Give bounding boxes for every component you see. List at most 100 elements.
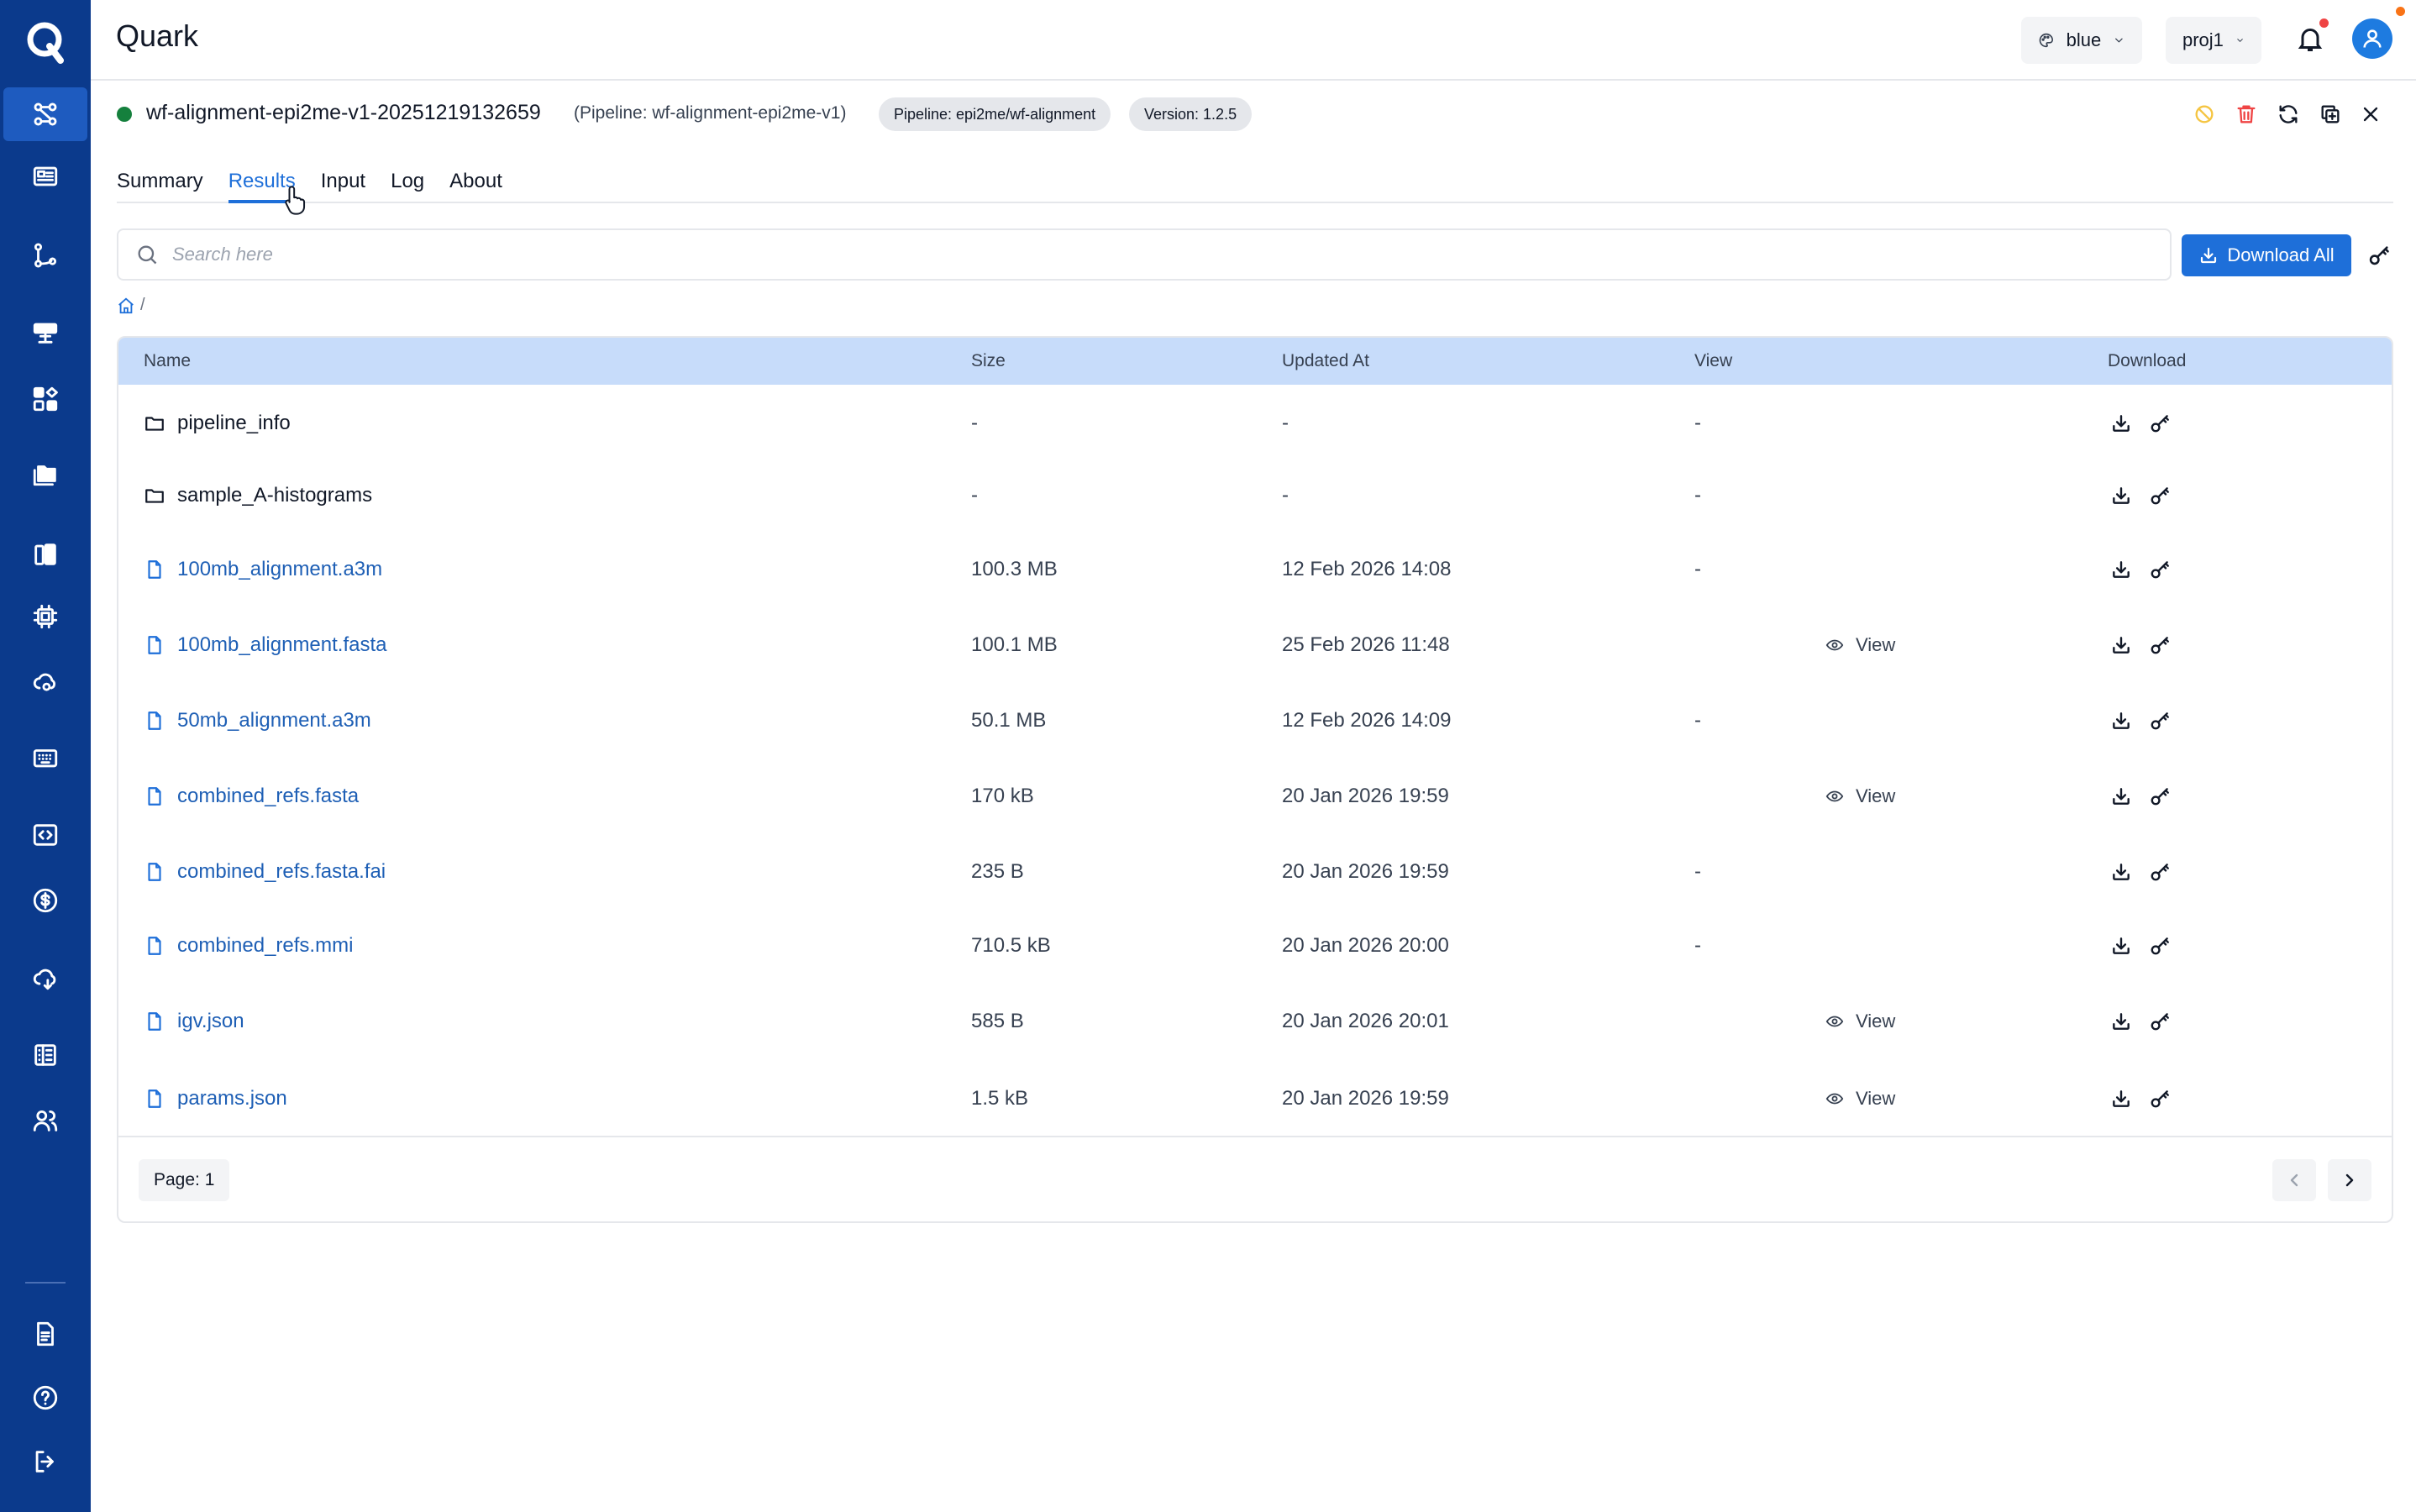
table-row: combined_refs.fasta.fai 235 B 20 Jan 2026 … — [118, 835, 2392, 909]
file-name-cell[interactable]: 100mb_alignment.a3m — [144, 558, 382, 581]
tab-input[interactable]: Input — [321, 166, 365, 203]
folder-name-cell[interactable]: pipeline_info — [144, 412, 291, 435]
file-name-cell[interactable]: params.json — [144, 1087, 287, 1110]
download-all-button[interactable]: Download All — [2182, 234, 2351, 276]
sidebar-item-docs[interactable] — [0, 1307, 91, 1361]
sidebar-item-data[interactable] — [0, 447, 91, 501]
sidebar-item-code[interactable] — [0, 808, 91, 862]
file-name-cell[interactable]: combined_refs.fasta — [144, 785, 359, 808]
delete-run-button[interactable] — [2230, 97, 2263, 131]
key-icon — [2151, 561, 2169, 579]
sidebar-item-users[interactable] — [0, 1094, 91, 1147]
signed-link-button[interactable] — [2148, 785, 2172, 808]
sidebar-divider — [25, 1282, 66, 1284]
sidebar-item-sheets[interactable] — [0, 1028, 91, 1082]
column-header-size[interactable]: Size — [971, 351, 1006, 371]
file-name-cell[interactable]: 50mb_alignment.a3m — [144, 709, 371, 732]
file-name-link[interactable]: combined_refs.mmi — [177, 934, 353, 958]
keyboard-icon — [33, 749, 58, 768]
download-file-button[interactable] — [2109, 860, 2133, 884]
clone-run-button[interactable] — [2314, 97, 2347, 131]
file-name-link[interactable]: combined_refs.fasta.fai — [177, 860, 386, 884]
view-button[interactable]: View — [1825, 1088, 1895, 1110]
refresh-icon — [2279, 105, 2298, 123]
folder-name-cell[interactable]: sample_A-histograms — [144, 484, 372, 507]
user-avatar[interactable] — [2352, 18, 2392, 59]
quark-logo[interactable] — [20, 17, 71, 67]
download-file-button[interactable] — [2109, 934, 2133, 958]
home-icon[interactable] — [117, 297, 135, 315]
file-name-link[interactable]: params.json — [177, 1087, 287, 1110]
column-header-updated[interactable]: Updated At — [1282, 351, 1369, 371]
signed-link-button[interactable] — [2148, 709, 2172, 732]
sidebar-item-terminal[interactable] — [0, 731, 91, 785]
sidebar-item-library[interactable] — [0, 528, 91, 581]
chevron-right-icon — [2345, 1173, 2354, 1187]
sidebar-item-billing[interactable] — [0, 874, 91, 927]
download-file-button[interactable] — [2109, 558, 2133, 581]
view-button[interactable]: View — [1825, 785, 1895, 807]
sidebar-item-dashboard[interactable] — [0, 150, 91, 203]
signed-link-button[interactable] — [2148, 412, 2172, 435]
signed-link-button[interactable] — [2148, 558, 2172, 581]
download-file-button[interactable] — [2109, 1010, 2133, 1033]
run-pipeline-label: (Pipeline: wf-alignment-epi2me-v1) — [574, 103, 847, 123]
download-file-button[interactable] — [2109, 633, 2133, 657]
file-name-cell[interactable]: combined_refs.fasta.fai — [144, 860, 386, 884]
key-icon — [2151, 937, 2169, 955]
sidebar-item-hardware[interactable] — [0, 590, 91, 643]
signed-link-button[interactable] — [2148, 934, 2172, 958]
file-name-cell[interactable]: combined_refs.mmi — [144, 934, 353, 958]
signed-link-button[interactable] — [2148, 860, 2172, 884]
pointer-cursor-icon — [285, 186, 306, 215]
download-file-button[interactable] — [2109, 709, 2133, 732]
sidebar-item-compute[interactable] — [0, 306, 91, 360]
view-button[interactable]: View — [1825, 1011, 1895, 1032]
sidebar-item-apps[interactable] — [0, 372, 91, 426]
file-name-cell[interactable]: igv.json — [144, 1010, 244, 1033]
next-page-button[interactable] — [2328, 1159, 2371, 1201]
download-file-button[interactable] — [2109, 484, 2133, 507]
sidebar-item-workflows[interactable] — [3, 87, 87, 141]
download-icon — [2113, 937, 2130, 954]
project-selector[interactable]: proj1 — [2166, 17, 2261, 64]
file-name-link[interactable]: 100mb_alignment.a3m — [177, 558, 382, 581]
tab-log[interactable]: Log — [391, 166, 424, 203]
rerun-button[interactable] — [2272, 97, 2305, 131]
sidebar-item-pipelines[interactable] — [0, 228, 91, 282]
sidebar-item-cloud-storage[interactable] — [0, 951, 91, 1005]
sidebar-item-logout[interactable] — [0, 1435, 91, 1488]
cancel-run-button[interactable] — [2188, 97, 2221, 131]
updated-at: 25 Feb 2026 11:48 — [1282, 633, 1450, 656]
download-all-key-button[interactable] — [2362, 239, 2396, 272]
search-input[interactable] — [172, 244, 2104, 265]
signed-link-button[interactable] — [2148, 633, 2172, 657]
run-status-dot — [117, 107, 132, 122]
file-name-link[interactable]: igv.json — [177, 1010, 244, 1033]
updated-at: - — [1282, 412, 1289, 434]
prev-page-button[interactable] — [2272, 1159, 2316, 1201]
sidebar-item-help[interactable] — [0, 1371, 91, 1425]
view-button[interactable]: View — [1825, 634, 1895, 656]
tab-about[interactable]: About — [449, 166, 502, 203]
download-icon — [2113, 788, 2130, 805]
tab-summary[interactable]: Summary — [117, 166, 203, 203]
file-name-link[interactable]: 100mb_alignment.fasta — [177, 633, 387, 657]
column-header-name[interactable]: Name — [144, 351, 191, 371]
close-button[interactable] — [2354, 97, 2387, 131]
file-name-cell[interactable]: 100mb_alignment.fasta — [144, 633, 387, 657]
download-file-button[interactable] — [2109, 1087, 2133, 1110]
signed-link-button[interactable] — [2148, 484, 2172, 507]
theme-selector[interactable]: blue — [2021, 17, 2142, 64]
key-icon — [2151, 1013, 2169, 1031]
download-file-button[interactable] — [2109, 412, 2133, 435]
signed-link-button[interactable] — [2148, 1010, 2172, 1033]
file-name-link[interactable]: combined_refs.fasta — [177, 785, 359, 808]
signed-link-button[interactable] — [2148, 1087, 2172, 1110]
trash-icon — [2237, 105, 2256, 123]
key-icon — [2151, 637, 2169, 654]
download-file-button[interactable] — [2109, 785, 2133, 808]
view-label: View — [1856, 634, 1896, 655]
file-name-link[interactable]: 50mb_alignment.a3m — [177, 709, 371, 732]
sidebar-item-cloud-config[interactable] — [0, 655, 91, 709]
